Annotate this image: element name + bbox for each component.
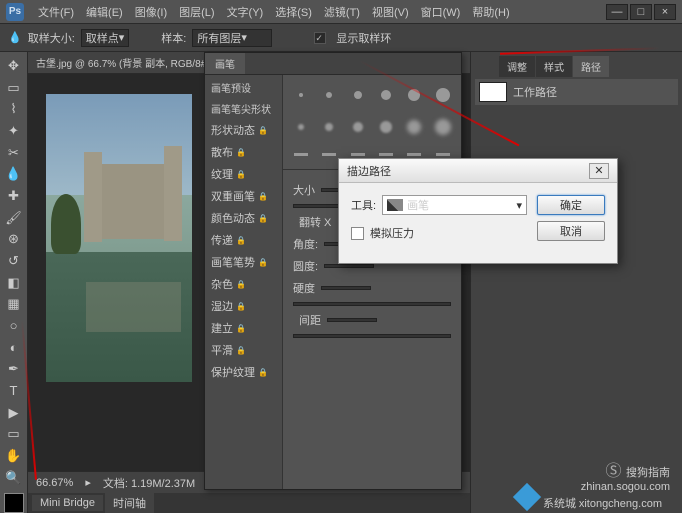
bottom-tabs: Mini Bridge 时间轴 [28, 493, 470, 513]
dodge-tool[interactable]: ◐ [3, 338, 25, 358]
brush-tool[interactable]: 🖌 [3, 208, 25, 228]
menu-window[interactable]: 窗口(W) [415, 4, 467, 20]
ok-button[interactable]: 确定 [537, 195, 605, 215]
sample-size-select[interactable]: 取样点 ▾ [81, 29, 130, 47]
tab-paths[interactable]: 路径 [573, 56, 609, 77]
menu-filter[interactable]: 滤镜(T) [318, 4, 366, 20]
dual-brush-item[interactable]: 双重画笔🔒 [207, 185, 280, 207]
options-bar: 💧 取样大小: 取样点 ▾ 样本: 所有图层 ▾ 显示取样环 [0, 24, 682, 52]
roundness-label: 圆度: [293, 258, 318, 274]
watermark-2: 系统城 xitongcheng.com [517, 487, 662, 511]
canvas[interactable] [46, 94, 192, 382]
marquee-tool[interactable]: ▭ [3, 78, 25, 98]
spacing-slider[interactable] [293, 334, 451, 338]
size-label: 大小 [293, 182, 315, 198]
path-thumbnail [479, 82, 507, 102]
dialog-title: 描边路径 [347, 163, 589, 179]
crop-tool[interactable]: ✂ [3, 143, 25, 163]
wet-edges-item[interactable]: 湿边🔒 [207, 295, 280, 317]
menu-type[interactable]: 文字(Y) [221, 4, 270, 20]
move-tool[interactable]: ✥ [3, 56, 25, 76]
blur-tool[interactable]: ○ [3, 316, 25, 336]
noise-item[interactable]: 杂色🔒 [207, 273, 280, 295]
chevron-down-icon: ▾ [516, 199, 522, 212]
tab-mini-bridge[interactable]: Mini Bridge [32, 495, 103, 511]
tab-adjustments[interactable]: 调整 [499, 56, 535, 77]
texture-item[interactable]: 纹理🔒 [207, 163, 280, 185]
menu-edit[interactable]: 编辑(E) [80, 4, 129, 20]
wand-tool[interactable]: ✦ [3, 121, 25, 141]
menu-bar: Ps 文件(F) 编辑(E) 图像(I) 图层(L) 文字(Y) 选择(S) 滤… [0, 0, 682, 24]
dialog-close-button[interactable]: ✕ [589, 163, 609, 179]
transfer-item[interactable]: 传递🔒 [207, 229, 280, 251]
right-panel-area: 调整 样式 路径 工作路径 [470, 52, 682, 513]
sample-size-label: 取样大小: [28, 30, 75, 46]
history-brush-tool[interactable]: ↺ [3, 251, 25, 271]
type-tool[interactable]: T [3, 381, 25, 401]
zoom-level[interactable]: 66.67% [36, 477, 73, 489]
lasso-tool[interactable]: ⌇ [3, 99, 25, 119]
healing-tool[interactable]: ✚ [3, 186, 25, 206]
color-dynamics-item[interactable]: 颜色动态🔒 [207, 207, 280, 229]
doc-info: 1.19M/2.37M [131, 478, 195, 490]
brush-panel-tab[interactable]: 画笔 [205, 53, 245, 74]
brush-panel: 画笔 画笔预设 画笔笔尖形状 形状动态🔒 散布🔒 纹理🔒 双重画笔🔒 颜色动态🔒… [204, 52, 462, 490]
close-button[interactable]: × [654, 4, 676, 20]
tool-label: 工具: [351, 197, 376, 213]
cancel-button[interactable]: 取消 [537, 221, 605, 241]
maximize-button[interactable]: □ [630, 4, 652, 20]
foreground-color-swatch[interactable] [4, 493, 24, 513]
roundness-value[interactable] [324, 264, 374, 268]
hardness-value[interactable] [321, 286, 371, 290]
hardness-slider[interactable] [293, 302, 451, 306]
sample-layers-select[interactable]: 所有图层 ▾ [192, 29, 272, 47]
brush-icon [387, 199, 403, 211]
protect-texture-item[interactable]: 保护纹理🔒 [207, 361, 280, 383]
tab-styles[interactable]: 样式 [536, 56, 572, 77]
brush-tip-grid[interactable] [283, 75, 461, 170]
shape-dynamics-item[interactable]: 形状动态🔒 [207, 119, 280, 141]
brush-presets-item[interactable]: 画笔预设 [207, 77, 280, 98]
shape-tool[interactable]: ▭ [3, 424, 25, 444]
tab-timeline[interactable]: 时间轴 [105, 493, 154, 513]
eraser-tool[interactable]: ◧ [3, 273, 25, 293]
smoothing-item[interactable]: 平滑🔒 [207, 339, 280, 361]
simulate-pressure-checkbox[interactable] [351, 227, 364, 240]
tool-select[interactable]: 画笔 ▾ [382, 195, 527, 215]
zoom-tool[interactable]: 🔍 [3, 468, 25, 488]
stroke-path-dialog: 描边路径 ✕ 工具: 画笔 ▾ 模拟压力 确定 取消 [338, 158, 618, 264]
menu-view[interactable]: 视图(V) [366, 4, 415, 20]
app-logo: Ps [6, 3, 24, 21]
brush-pose-item[interactable]: 画笔笔势🔒 [207, 251, 280, 273]
stamp-tool[interactable]: ⊛ [3, 229, 25, 249]
menu-help[interactable]: 帮助(H) [466, 4, 515, 20]
angle-label: 角度: [293, 236, 318, 252]
gradient-tool[interactable]: ▦ [3, 294, 25, 314]
brush-tip-shape-item[interactable]: 画笔笔尖形状 [207, 98, 280, 119]
menu-image[interactable]: 图像(I) [129, 4, 173, 20]
show-sample-ring-checkbox[interactable] [314, 32, 326, 44]
show-sample-ring-label: 显示取样环 [336, 30, 391, 46]
hardness-label: 硬度 [293, 280, 315, 296]
sample-label: 样本: [161, 30, 186, 46]
path-name: 工作路径 [513, 84, 557, 100]
scattering-item[interactable]: 散布🔒 [207, 141, 280, 163]
spacing-value[interactable] [327, 318, 377, 322]
menu-file[interactable]: 文件(F) [32, 4, 80, 20]
tools-panel: ✥ ▭ ⌇ ✦ ✂ 💧 ✚ 🖌 ⊛ ↺ ◧ ▦ ○ ◐ ✒ T ▶ ▭ ✋ 🔍 [0, 52, 28, 513]
minimize-button[interactable]: — [606, 4, 628, 20]
path-select-tool[interactable]: ▶ [3, 403, 25, 423]
eyedropper-tool[interactable]: 💧 [3, 164, 25, 184]
simulate-pressure-label: 模拟压力 [370, 225, 414, 241]
brush-options-list: 画笔预设 画笔笔尖形状 形状动态🔒 散布🔒 纹理🔒 双重画笔🔒 颜色动态🔒 传递… [205, 75, 283, 489]
buildup-item[interactable]: 建立🔒 [207, 317, 280, 339]
path-item[interactable]: 工作路径 [475, 79, 678, 105]
menu-layer[interactable]: 图层(L) [173, 4, 220, 20]
eyedropper-icon: 💧 [8, 31, 22, 44]
hand-tool[interactable]: ✋ [3, 446, 25, 466]
pen-tool[interactable]: ✒ [3, 359, 25, 379]
menu-select[interactable]: 选择(S) [269, 4, 318, 20]
